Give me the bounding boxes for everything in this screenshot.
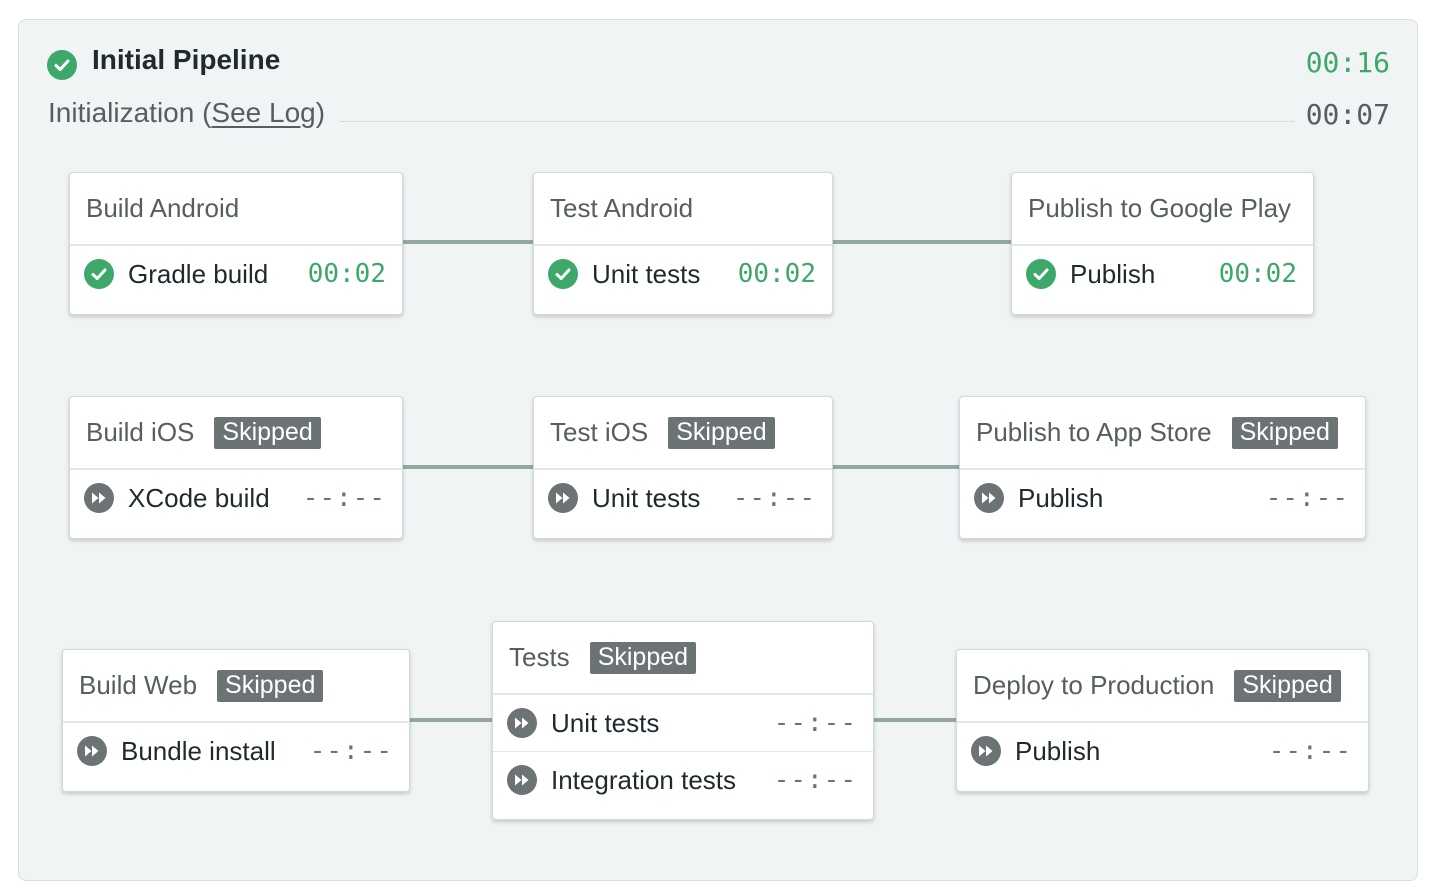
block-publish-google-play[interactable]: Publish to Google Play Publish 00:02 [1011,172,1314,315]
connector-line [402,465,535,469]
block-name: Test Android [550,193,694,223]
job-name: Publish [1070,258,1156,289]
pipeline-total-time: 00:16 [1305,46,1390,79]
job-name: Publish [1018,482,1104,513]
job-time: 00:02 [737,259,816,289]
job-name: Bundle install [121,735,276,766]
job-time: --:-- [309,736,393,766]
job-row[interactable]: Gradle build 00:02 [70,245,402,302]
job-time: --:-- [1265,483,1349,513]
fast-forward-icon [971,736,1001,766]
skipped-badge: Skipped [1231,416,1338,449]
job-row[interactable]: Integration tests --:-- [493,751,873,808]
dotted-leader [340,121,1294,122]
job-row[interactable]: Publish --:-- [960,469,1365,526]
skipped-badge: Skipped [214,416,321,449]
job-row[interactable]: Bundle install --:-- [63,722,409,779]
block-deploy-production[interactable]: Deploy to Production Skipped Publish --:-… [956,649,1369,792]
block-name: Tests [509,642,570,672]
skipped-badge: Skipped [589,641,697,674]
job-time: --:-- [773,708,857,738]
connector-line [832,240,1013,244]
job-row[interactable]: Unit tests --:-- [493,694,873,751]
block-build-android[interactable]: Build Android Gradle build 00:02 [69,172,403,315]
fast-forward-icon [507,765,537,795]
fast-forward-icon [548,483,578,513]
skipped-badge: Skipped [668,416,775,449]
job-time: --:-- [773,765,857,795]
job-row[interactable]: XCode build --:-- [70,469,402,526]
block-name: Publish to Google Play [1028,193,1292,223]
connector-line [832,465,961,469]
block-build-ios[interactable]: Build iOS Skipped XCode build --:-- [69,396,403,539]
block-build-web[interactable]: Build Web Skipped Bundle install --:-- [62,649,410,792]
check-circle-icon [47,50,77,80]
job-time: --:-- [732,483,816,513]
fast-forward-icon [507,708,537,738]
job-name: Unit tests [592,482,701,513]
job-name: XCode build [128,482,270,513]
check-circle-icon [1026,259,1056,289]
block-name: Build Web [79,670,198,700]
initialization-label: Initialization [48,97,195,128]
initialization-time: 00:07 [1305,98,1390,131]
block-name: Build Android [86,193,240,223]
fast-forward-icon [84,483,114,513]
fast-forward-icon [77,736,107,766]
check-circle-icon [548,259,578,289]
block-name: Deploy to Production [973,670,1215,700]
job-name: Unit tests [551,707,660,738]
block-test-android[interactable]: Test Android Unit tests 00:02 [533,172,833,315]
fast-forward-icon [974,483,1004,513]
job-name: Integration tests [551,764,736,795]
job-time: --:-- [1268,736,1352,766]
job-name: Gradle build [128,258,269,289]
job-row[interactable]: Publish 00:02 [1012,245,1313,302]
initialization-row: Initialization (See Log) [48,97,325,129]
check-circle-icon [84,259,114,289]
see-log-paren-close: ) [315,97,326,128]
skipped-badge: Skipped [217,669,324,702]
job-time: 00:02 [1218,259,1297,289]
connector-line [402,240,535,244]
job-time: --:-- [302,483,386,513]
connector-line [873,718,958,722]
skipped-badge: Skipped [1234,669,1341,702]
block-test-ios[interactable]: Test iOS Skipped Unit tests --:-- [533,396,833,539]
connector-line [409,718,494,722]
pipeline-title: Initial Pipeline [92,44,281,75]
job-name: Unit tests [592,258,701,289]
job-time: 00:02 [307,259,386,289]
block-name: Test iOS [550,417,649,447]
block-name: Build iOS [86,417,195,447]
job-row[interactable]: Unit tests 00:02 [534,245,832,302]
block-tests[interactable]: Tests Skipped Unit tests --:-- Integratio… [492,621,874,820]
block-publish-app-store[interactable]: Publish to App Store Skipped Publish --:-… [959,396,1366,539]
job-row[interactable]: Unit tests --:-- [534,469,832,526]
job-name: Publish [1015,735,1101,766]
job-row[interactable]: Publish --:-- [957,722,1368,779]
block-name: Publish to App Store [976,417,1212,447]
see-log-link[interactable]: See Log [211,97,315,128]
